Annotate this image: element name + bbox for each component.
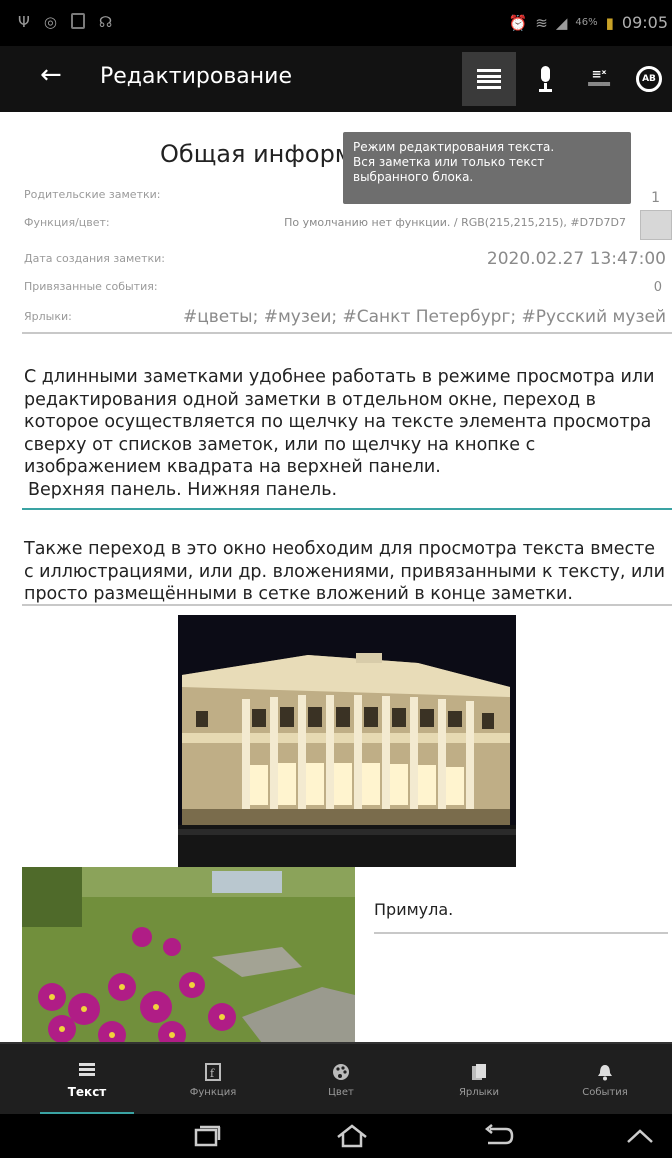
battery-label: 46% <box>575 17 598 28</box>
recent-apps-button[interactable] <box>176 1120 236 1152</box>
notification-icon-2: ☊ <box>98 13 113 31</box>
info-value: По умолчанию нет функции. / RGB(215,215,… <box>284 216 626 229</box>
function-icon: f <box>205 1062 221 1081</box>
tab-color[interactable]: Цвет <box>274 1044 408 1116</box>
attachment-caption[interactable]: Примула. <box>374 900 453 919</box>
tab-label: Текст <box>67 1085 107 1099</box>
ab-toggle-button[interactable]: AB <box>626 52 672 106</box>
ab-toggle-icon: AB <box>636 66 662 92</box>
info-label: Дата создания заметки: <box>24 252 165 265</box>
info-value: 0 <box>653 280 662 295</box>
file-icon <box>70 13 85 29</box>
tab-label: События <box>582 1086 628 1098</box>
text-block-links[interactable]: Верхняя панель. Нижняя панель. <box>24 479 669 502</box>
home-button[interactable] <box>322 1120 382 1152</box>
system-nav-bar <box>0 1114 672 1158</box>
svg-text:f: f <box>210 1067 215 1080</box>
back-icon <box>484 1124 514 1145</box>
status-notifications: Ψ ◎ ☊ <box>18 13 112 31</box>
tooltip-line-3: выбранного блока. <box>353 170 474 184</box>
bell-icon <box>598 1064 612 1080</box>
divider <box>22 332 672 334</box>
microphone-icon <box>538 66 552 92</box>
flowers-photo[interactable] <box>22 867 355 1043</box>
info-label: Привязанные события: <box>24 280 158 293</box>
info-value: 2020.02.27 13:47:00 <box>486 249 666 269</box>
palette-icon <box>333 1063 349 1080</box>
info-row-function[interactable]: Функция/цвет: По умолчанию нет функции. … <box>24 216 666 236</box>
chevron-up-icon <box>627 1129 653 1143</box>
info-label: Функция/цвет: <box>24 216 110 229</box>
usb-icon: Ψ <box>18 13 30 31</box>
text-mode-icon <box>477 69 501 89</box>
museum-photo[interactable] <box>178 615 516 867</box>
clear-format-button[interactable]: ≡ˣ ═══ <box>572 52 626 106</box>
battery-icon: ▮ <box>605 13 614 32</box>
text-block-1[interactable]: С длинными заметками удобнее работать в … <box>24 366 669 501</box>
info-row-created: Дата создания заметки: 2020.02.27 13:47:… <box>24 249 666 272</box>
text-block-body: Также переход в это окно необходим для п… <box>24 539 665 604</box>
tags-icon <box>472 1063 486 1080</box>
info-value: #цветы; #музеи; #Санкт Петербург; #Русск… <box>182 307 666 327</box>
divider <box>22 604 672 606</box>
status-bar: Ψ ◎ ☊ ⏰ ≋ ◢ 46% ▮ 09:05 <box>0 0 672 46</box>
tab-label: Функция <box>189 1086 237 1098</box>
info-label: Родительские заметки: <box>24 188 161 201</box>
status-system: ⏰ ≋ ◢ 46% ▮ 09:05 <box>509 13 668 32</box>
expand-button[interactable] <box>610 1120 670 1152</box>
recent-apps-icon <box>194 1125 221 1147</box>
clock: 09:05 <box>621 13 668 32</box>
info-value: 1 <box>651 190 660 206</box>
color-swatch[interactable] <box>640 210 672 240</box>
tab-label: Ярлыки <box>458 1086 500 1098</box>
microphone-button[interactable] <box>518 52 572 106</box>
text-block-body: С длинными заметками удобнее работать в … <box>24 367 655 477</box>
selected-block-underline <box>22 508 672 510</box>
notification-icon: ◎ <box>43 13 57 31</box>
app-screen: Ψ ◎ ☊ ⏰ ≋ ◢ 46% ▮ 09:05 ← Редактирование… <box>0 0 672 1158</box>
tooltip: Режим редактирования текста. Вся заметка… <box>343 132 631 204</box>
tab-tags[interactable]: Ярлыки <box>412 1044 546 1116</box>
tab-events[interactable]: События <box>538 1044 672 1116</box>
info-row-events[interactable]: Привязанные события: 0 <box>24 280 666 300</box>
divider <box>374 932 668 934</box>
info-label: Ярлыки: <box>24 310 72 323</box>
tooltip-line-1: Режим редактирования текста. <box>353 140 555 154</box>
info-row-tags[interactable]: Ярлыки: #цветы; #музеи; #Санкт Петербург… <box>24 307 666 330</box>
tab-function[interactable]: f Функция <box>146 1044 280 1116</box>
text-block-2[interactable]: Также переход в это окно необходим для п… <box>24 538 669 606</box>
tooltip-line-2: Вся заметка или только текст <box>353 155 545 169</box>
tab-text[interactable]: Текст <box>20 1044 154 1116</box>
signal-icon: ◢ <box>555 13 568 32</box>
arrow-left-icon[interactable]: ← <box>40 60 62 90</box>
text-mode-button[interactable] <box>462 52 516 106</box>
bottom-tab-bar: Текст f Функция Цвет Ярлыки События <box>0 1042 672 1116</box>
tab-label: Цвет <box>328 1086 354 1098</box>
alarm-icon: ⏰ <box>508 13 528 32</box>
wifi-icon: ≋ <box>535 13 548 32</box>
back-button[interactable] <box>468 1120 528 1152</box>
home-icon <box>337 1124 367 1148</box>
clear-format-icon: ≡ˣ ═══ <box>588 67 610 91</box>
page-title: Редактирование <box>100 64 292 89</box>
text-icon <box>79 1063 95 1076</box>
top-toolbar: ← Редактирование ≡ˣ ═══ AB <box>0 46 672 112</box>
